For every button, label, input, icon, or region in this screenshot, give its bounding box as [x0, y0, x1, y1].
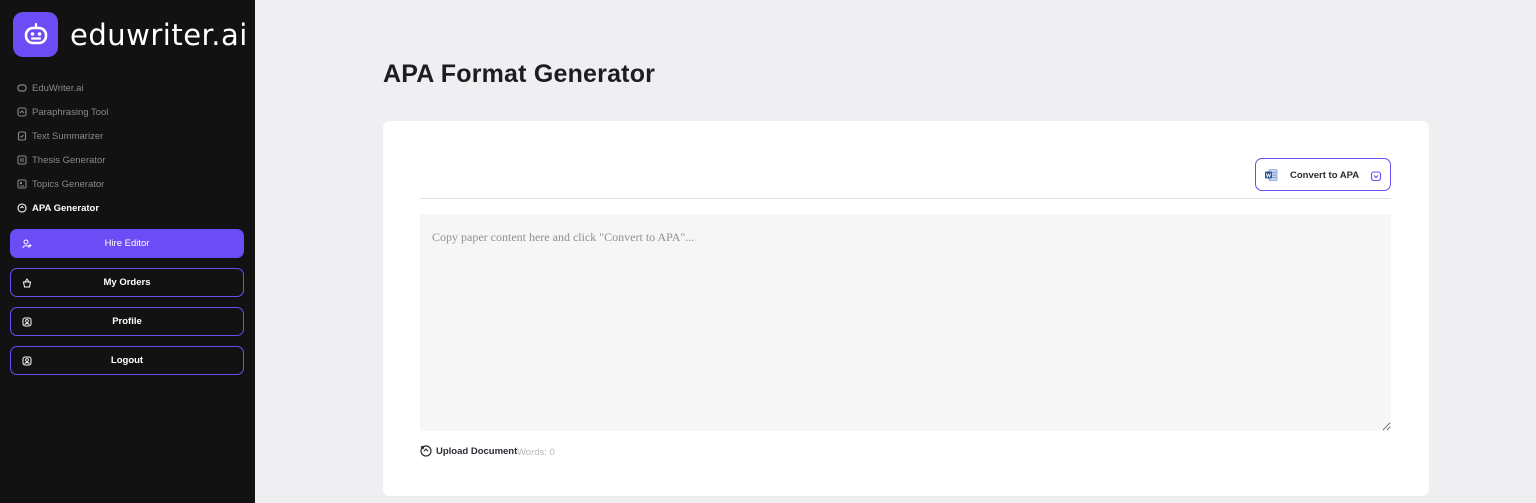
nav-item-label: EduWriter.ai: [32, 82, 84, 94]
hire-editor-label: Hire Editor: [104, 238, 150, 249]
my-orders-label: My Orders: [103, 277, 151, 288]
nav-item-label: Thesis Generator: [32, 154, 106, 166]
inbox-download-icon: [1370, 169, 1382, 182]
profile-icon: [22, 317, 32, 327]
summarizer-icon: [17, 131, 27, 141]
profile-button[interactable]: Profile: [10, 307, 244, 336]
page-title: APA Format Generator: [383, 60, 656, 88]
upload-document-label: Upload Document: [436, 445, 518, 457]
word-count: Words: 0: [517, 447, 555, 458]
nav-item-label: APA Generator: [32, 202, 100, 214]
upload-icon: [420, 445, 432, 457]
hire-editor-button[interactable]: Hire Editor: [10, 229, 244, 258]
apa-generator-card: Convert to APA Upload Document Words: 0: [383, 121, 1429, 496]
brand-name: eduwriter.ai: [70, 17, 248, 52]
paraphrase-icon: [17, 107, 27, 117]
sidebar: eduwriter.ai EduWriter.ai Paraphrasing T…: [0, 0, 255, 503]
profile-label: Profile: [112, 316, 142, 327]
convert-to-apa-button[interactable]: Convert to APA: [1255, 158, 1391, 191]
paper-content-input[interactable]: [420, 214, 1391, 431]
word-doc-icon: [1264, 168, 1278, 182]
logo[interactable]: eduwriter.ai: [13, 12, 248, 57]
my-orders-button[interactable]: My Orders: [10, 268, 244, 297]
nav-item-label: Text Summarizer: [32, 130, 104, 142]
convert-to-apa-label: Convert to APA: [1290, 170, 1360, 181]
sidebar-nav: EduWriter.ai Paraphrasing Tool Text Summ…: [17, 76, 108, 220]
nav-item-eduwriter[interactable]: EduWriter.ai: [17, 76, 108, 100]
nav-item-topics-generator[interactable]: Topics Generator: [17, 172, 108, 196]
brand-icon: [17, 83, 27, 93]
logout-label: Logout: [110, 355, 144, 366]
upload-document-button[interactable]: Upload Document: [420, 445, 517, 457]
user-plus-icon: [22, 239, 32, 249]
nav-item-label: Paraphrasing Tool: [32, 106, 109, 118]
nav-item-thesis-generator[interactable]: Thesis Generator: [17, 148, 108, 172]
apa-icon: [17, 203, 27, 213]
basket-icon: [22, 278, 32, 288]
divider: [420, 198, 1391, 199]
nav-item-paraphrasing-tool[interactable]: Paraphrasing Tool: [17, 100, 108, 124]
nav-item-label: Topics Generator: [32, 178, 105, 190]
nav-item-apa-generator[interactable]: APA Generator: [17, 196, 108, 220]
logout-button[interactable]: Logout: [10, 346, 244, 375]
nav-item-text-summarizer[interactable]: Text Summarizer: [17, 124, 108, 148]
topics-icon: [17, 179, 27, 189]
logout-icon: [22, 356, 32, 366]
robot-face-icon: [13, 12, 58, 57]
thesis-icon: [17, 155, 27, 165]
